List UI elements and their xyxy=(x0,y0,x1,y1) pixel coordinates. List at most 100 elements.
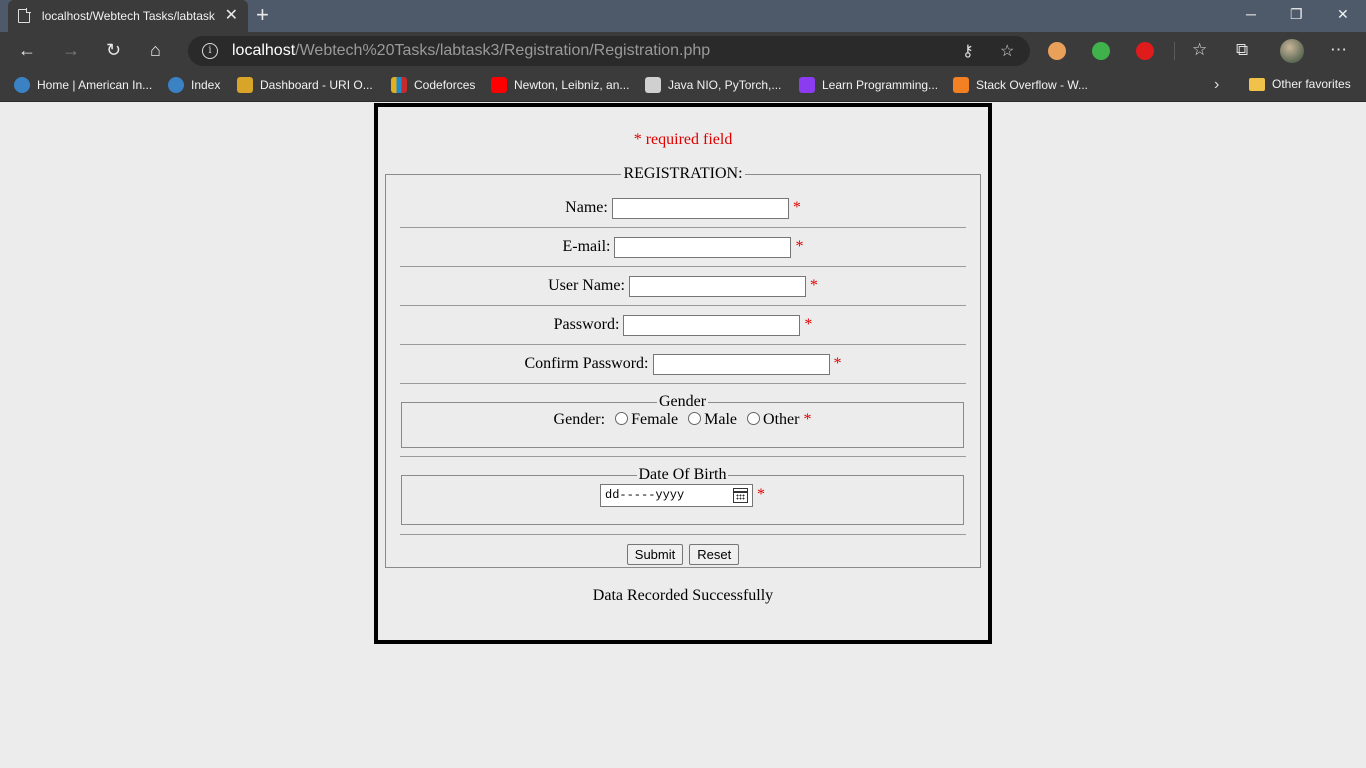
username-input[interactable] xyxy=(628,276,806,297)
registration-legend: REGISTRATION: xyxy=(623,165,743,182)
flag-icon xyxy=(799,77,815,93)
avatar[interactable] xyxy=(1280,39,1304,63)
home-icon[interactable]: ⌂ xyxy=(150,41,161,59)
url-text[interactable]: localhost/Webtech%20Tasks/labtask3/Regis… xyxy=(232,42,710,60)
extension-icon[interactable] xyxy=(1136,42,1154,60)
bookmark-item[interactable]: Home | American In... xyxy=(14,77,152,93)
other-radio[interactable] xyxy=(747,412,761,425)
gender-legend: Gender xyxy=(658,393,707,410)
bookmark-label: Index xyxy=(191,78,221,92)
extension-icon[interactable] xyxy=(1092,42,1110,60)
bookmark-label: Codeforces xyxy=(414,78,476,92)
other-label: Other xyxy=(763,411,800,428)
dob-fieldset: Date Of Birth dd-----yyyy * xyxy=(401,466,964,525)
bookmarks-bar: Home | American In... Index Dashboard - … xyxy=(0,70,1366,102)
forward-icon[interactable]: → xyxy=(62,41,80,59)
youtube-icon xyxy=(491,77,507,93)
folder-icon xyxy=(1249,77,1265,91)
bookmark-item[interactable]: Newton, Leibniz, an... xyxy=(491,77,629,93)
browser-tab[interactable]: localhost/Webtech Tasks/labtask3/Registr… xyxy=(8,0,248,32)
gender-label: Gender: xyxy=(553,411,606,428)
divider xyxy=(400,534,966,535)
male-radio[interactable] xyxy=(688,412,702,425)
window-close-icon[interactable]: ✕ xyxy=(1337,6,1349,23)
female-radio[interactable] xyxy=(615,412,629,425)
required-star: * xyxy=(792,199,801,217)
back-icon[interactable]: ← xyxy=(18,41,36,59)
required-star: * xyxy=(795,238,804,256)
name-input[interactable] xyxy=(611,198,789,219)
more-menu-icon[interactable]: ⋯ xyxy=(1330,41,1347,59)
female-label: Female xyxy=(631,411,679,428)
new-tab-icon[interactable]: + xyxy=(256,4,269,26)
dob-input[interactable]: dd-----yyyy xyxy=(600,484,753,507)
extension-icon[interactable] xyxy=(1048,42,1066,60)
username-label: User Name: xyxy=(548,277,625,295)
close-tab-icon[interactable]: ✕ xyxy=(225,8,238,24)
divider xyxy=(400,456,966,457)
bookmark-label: Dashboard - URI O... xyxy=(260,78,373,92)
url-host: localhost xyxy=(232,42,296,59)
bars-icon xyxy=(391,77,407,93)
add-favorite-icon[interactable]: ☆ xyxy=(1000,41,1014,61)
bookmark-item[interactable]: Learn Programming... xyxy=(799,77,938,93)
bookmark-label: Java NIO, PyTorch,... xyxy=(668,78,782,92)
address-bar[interactable]: i localhost/Webtech%20Tasks/labtask3/Reg… xyxy=(188,36,1030,66)
key-icon[interactable]: ⚷ xyxy=(962,41,974,61)
required-note: * required field xyxy=(633,131,733,148)
email-input[interactable] xyxy=(614,237,792,258)
gender-fieldset: Gender Gender: Female Male Other * xyxy=(401,393,964,448)
bookmark-label: Home | American In... xyxy=(37,78,153,92)
gender-group: Gender: Female Male Other * xyxy=(402,411,963,429)
password-input[interactable] xyxy=(623,315,801,336)
registration-fieldset: REGISTRATION: Name: * E-mail: * User Nam… xyxy=(385,165,981,568)
confirm-password-row: Confirm Password: * xyxy=(400,354,966,375)
divider xyxy=(400,383,966,384)
chevron-right-icon[interactable]: › xyxy=(1214,76,1219,94)
shield-icon xyxy=(14,77,30,93)
registration-container: * required field REGISTRATION: Name: * E… xyxy=(374,103,992,644)
submit-button[interactable]: Submit xyxy=(626,544,684,565)
other-favorites[interactable]: Other favorites xyxy=(1249,77,1351,91)
username-row: User Name: * xyxy=(400,276,966,297)
bookmark-item[interactable]: Codeforces xyxy=(391,77,475,93)
divider xyxy=(400,266,966,267)
bookmark-item[interactable]: Dashboard - URI O... xyxy=(237,77,373,93)
divider xyxy=(400,305,966,306)
calendar-icon[interactable] xyxy=(733,488,748,503)
name-row: Name: * xyxy=(400,198,966,219)
email-label: E-mail: xyxy=(562,238,611,256)
result-message: Data Recorded Successfully xyxy=(592,587,774,604)
divider xyxy=(400,344,966,345)
bookmark-item[interactable]: Stack Overflow - W... xyxy=(953,77,1088,93)
collections-icon[interactable]: ⧉ xyxy=(1236,41,1248,59)
buttons-row: Submit Reset xyxy=(400,544,966,565)
tab-strip: localhost/Webtech Tasks/labtask3/Registr… xyxy=(0,0,1366,32)
dob-group: dd-----yyyy * xyxy=(402,484,963,507)
toolbar-divider xyxy=(1174,42,1175,60)
reload-icon[interactable]: ↻ xyxy=(106,41,121,59)
stackoverflow-icon xyxy=(953,77,969,93)
restore-icon[interactable]: ❐ xyxy=(1290,6,1303,23)
confirm-password-input[interactable] xyxy=(652,354,830,375)
name-label: Name: xyxy=(565,199,608,217)
page-icon xyxy=(18,8,31,23)
bookmark-item[interactable]: Index xyxy=(168,77,220,93)
divider xyxy=(400,227,966,228)
trophy-icon xyxy=(237,77,253,93)
male-label: Male xyxy=(704,411,738,428)
bookmark-item[interactable]: Java NIO, PyTorch,... xyxy=(645,77,781,93)
dob-placeholder: dd-----yyyy xyxy=(605,488,685,502)
required-star: * xyxy=(804,316,813,334)
required-star: * xyxy=(809,277,818,295)
minimize-icon[interactable]: ─ xyxy=(1246,6,1256,22)
shield-icon xyxy=(168,77,184,93)
reset-button[interactable]: Reset xyxy=(689,544,740,565)
url-path: /Webtech%20Tasks/labtask3/Registration/R… xyxy=(295,42,711,59)
bookmark-label: Stack Overflow - W... xyxy=(976,78,1089,92)
required-star: * xyxy=(833,355,842,373)
required-star: * xyxy=(757,486,765,504)
favorites-icon[interactable]: ☆ xyxy=(1192,41,1207,59)
password-row: Password: * xyxy=(400,315,966,336)
info-icon[interactable]: i xyxy=(202,43,218,59)
